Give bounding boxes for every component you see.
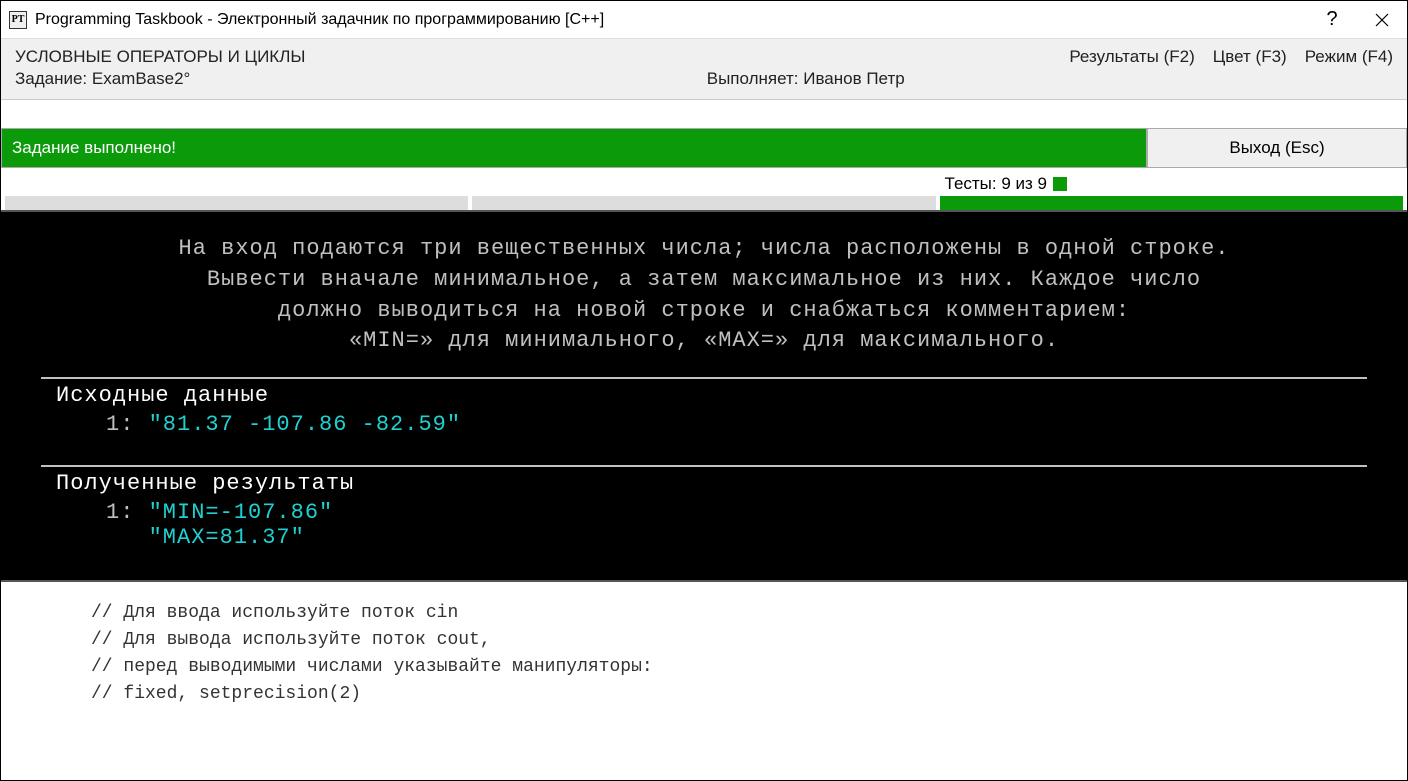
task-description: На вход подаются три вещественных числа;… [1, 234, 1407, 377]
progress-bar [1, 196, 1407, 210]
window-title: Programming Taskbook - Электронный задач… [35, 11, 1307, 29]
comment-line: // fixed, setprecision(2) [91, 681, 1407, 708]
task-line: должно выводиться на новой строке и снаб… [31, 296, 1377, 327]
divider [41, 377, 1367, 379]
info-bar: УСЛОВНЫЕ ОПЕРАТОРЫ И ЦИКЛЫ Задание: Exam… [1, 39, 1407, 100]
input-value: "81.37 -107.86 -82.59" [149, 412, 461, 437]
spacer [1, 100, 1407, 128]
close-icon [1375, 13, 1389, 27]
titlebar-controls: ? [1307, 1, 1407, 38]
close-button[interactable] [1357, 1, 1407, 38]
output-section-title: Полученные результаты [1, 471, 1407, 500]
user-label: Выполняет: Иванов Петр [707, 69, 905, 88]
task-line: Вывести вначале минимальное, а затем мак… [31, 265, 1377, 296]
info-center: Выполняет: Иванов Петр [542, 47, 1069, 89]
menu-mode[interactable]: Режим (F4) [1305, 47, 1393, 67]
tests-count: Тесты: 9 из 9 [945, 174, 1047, 194]
tests-label: Тесты: 9 из 9 [1, 174, 1407, 194]
app-window: PT Programming Taskbook - Электронный за… [0, 0, 1408, 781]
progress-seg [472, 196, 935, 210]
tests-status-icon [1053, 177, 1067, 191]
comment-line: // перед выводимыми числами указывайте м… [91, 654, 1407, 681]
input-data-line: 1: "81.37 -107.86 -82.59" [1, 412, 1407, 437]
tests-row: Тесты: 9 из 9 [1, 168, 1407, 210]
app-icon: PT [9, 11, 27, 29]
section-gap [1, 437, 1407, 465]
task-line: «MIN=» для минимального, «MAX=» для макс… [31, 326, 1377, 357]
input-section-title: Исходные данные [1, 383, 1407, 412]
task-line: На вход подаются три вещественных числа;… [31, 234, 1377, 265]
status-message: Задание выполнено! [1, 128, 1147, 168]
status-row: Задание выполнено! Выход (Esc) [1, 128, 1407, 168]
output-value: "MIN=-107.86" [149, 500, 334, 525]
comments-panel: // Для ввода используйте поток cin // Дл… [1, 582, 1407, 708]
menu-bar: Результаты (F2) Цвет (F3) Режим (F4) [1069, 47, 1393, 67]
exit-button[interactable]: Выход (Esc) [1147, 128, 1407, 168]
help-button[interactable]: ? [1307, 1, 1357, 38]
progress-seg [5, 196, 468, 210]
menu-color[interactable]: Цвет (F3) [1213, 47, 1287, 67]
output-index-spacer [106, 525, 149, 550]
divider [41, 465, 1367, 467]
output-data-line: 1: "MIN=-107.86" [1, 500, 1407, 525]
task-category: УСЛОВНЫЕ ОПЕРАТОРЫ И ЦИКЛЫ [15, 47, 542, 67]
titlebar: PT Programming Taskbook - Электронный за… [1, 1, 1407, 39]
task-name: Задание: ExamBase2° [15, 69, 542, 89]
output-data-line: "MAX=81.37" [1, 525, 1407, 550]
console-panel: На вход подаются три вещественных числа;… [1, 210, 1407, 582]
progress-seg [940, 196, 1403, 210]
output-index: 1: [106, 500, 149, 525]
comment-line: // Для вывода используйте поток cout, [91, 627, 1407, 654]
comment-line: // Для ввода используйте поток cin [91, 600, 1407, 627]
info-left: УСЛОВНЫЕ ОПЕРАТОРЫ И ЦИКЛЫ Задание: Exam… [15, 47, 542, 89]
menu-results[interactable]: Результаты (F2) [1069, 47, 1194, 67]
input-index: 1: [106, 412, 149, 437]
output-value: "MAX=81.37" [149, 525, 305, 550]
